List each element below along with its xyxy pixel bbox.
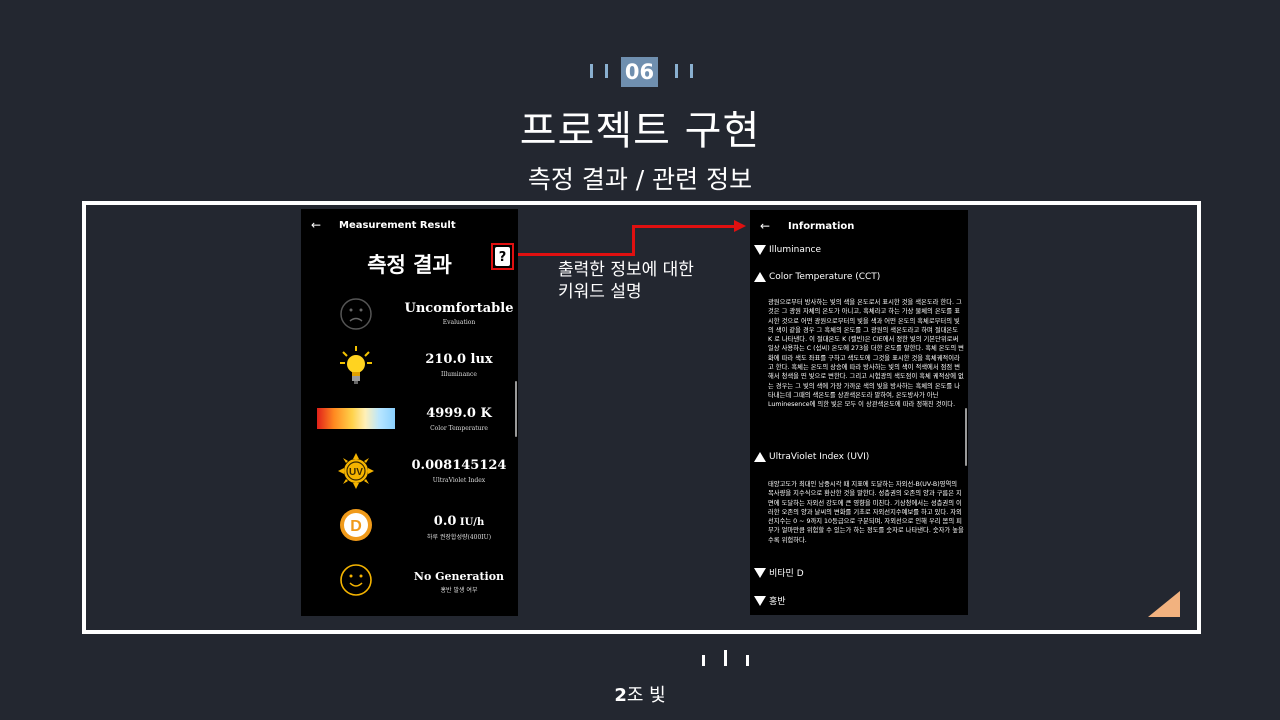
measurement-result-screen: ← Measurement Result 측정 결과 ? Uncomfortab…	[301, 209, 518, 616]
info-item-erythema[interactable]: 홍반	[754, 594, 786, 607]
scrollbar[interactable]	[965, 408, 967, 466]
svg-text:UV: UV	[349, 467, 363, 478]
sad-face-icon	[339, 297, 373, 335]
result-heading: 측정 결과	[367, 253, 452, 277]
info-item-uv-index[interactable]: UltraViolet Index (UVI)	[754, 452, 869, 462]
info-item-title: 비타민 D	[769, 569, 804, 579]
uv-index-label: UltraViolet Index	[432, 477, 486, 484]
info-item-title: Color Temperature (CCT)	[769, 272, 881, 282]
arrow-left-icon[interactable]: ←	[311, 218, 339, 232]
color-temperature-value: 4999.0 K	[426, 406, 492, 421]
erythema-label: 홍반 발생 여부	[440, 587, 478, 594]
vitamin-d-unit: IU/h	[459, 517, 485, 528]
arrow-right-icon	[734, 220, 746, 232]
color-gradient-bar	[317, 408, 395, 429]
vitamin-d-label: 하루 권장합성량(400IU)	[426, 534, 492, 541]
result-row-illuminance: 210.0 lux Illuminance	[301, 344, 518, 394]
information-screen: ← Information Illuminance Color Temperat…	[750, 210, 968, 615]
slide-subtitle: 측정 결과 / 관련 정보	[527, 165, 753, 194]
uv-index-value: 0.008145124	[411, 458, 507, 473]
connector-line	[632, 225, 635, 256]
appbar: ← Information	[750, 210, 968, 242]
svg-text:D: D	[350, 518, 362, 535]
vitamin-d-value: 0.0 IU/h	[433, 514, 485, 529]
erythema-value: No Generation	[413, 570, 505, 583]
result-row-color-temperature: 4999.0 K Color Temperature	[301, 401, 518, 451]
result-row-evaluation: Uncomfortable Evaluation	[301, 293, 518, 343]
arrow-left-icon[interactable]: ←	[760, 219, 788, 233]
info-item-body: 광원으로부터 방사하는 빛의 색을 온도로서 표시한 것을 색온도라 한다. 그…	[768, 299, 964, 409]
info-item-title: 홍반	[769, 597, 786, 607]
result-row-vitamin-d: D 0.0 IU/h 하루 권장합성량(400IU)	[301, 506, 518, 556]
appbar: ← Measurement Result	[301, 209, 518, 241]
collapse-arrow-icon	[754, 452, 766, 462]
expand-arrow-icon	[754, 595, 766, 606]
header-ticks-right	[675, 64, 693, 78]
collapse-arrow-icon	[754, 272, 766, 282]
header-ticks-left	[590, 64, 608, 78]
info-item-title: UltraViolet Index (UVI)	[769, 452, 870, 462]
footer-ticks	[702, 650, 749, 666]
lightbulb-icon	[339, 345, 373, 391]
evaluation-label: Evaluation	[442, 319, 476, 326]
result-row-erythema: No Generation 홍반 발생 여부	[301, 561, 518, 611]
evaluation-value: Uncomfortable	[404, 301, 514, 316]
expand-arrow-icon	[754, 245, 766, 255]
annotation-text: 출력한 정보에 대한 키워드 설명	[558, 260, 694, 302]
uv-sun-icon: UV	[338, 453, 374, 493]
scrollbar[interactable]	[515, 381, 517, 437]
expand-arrow-icon	[754, 567, 766, 578]
illuminance-value: 210.0 lux	[425, 352, 493, 367]
slide-title: 프로젝트 구현	[519, 108, 761, 154]
appbar-title: Information	[788, 220, 855, 232]
team-name: 2조 빛	[614, 685, 666, 706]
info-item-illuminance[interactable]: Illuminance	[754, 245, 821, 255]
corner-triangle-decoration	[1148, 591, 1180, 617]
result-row-uv-index: UV 0.008145124 UltraViolet Index	[301, 452, 518, 502]
color-temperature-label: Color Temperature	[430, 425, 488, 432]
section-number-badge: 06	[621, 57, 658, 87]
info-item-body: 태양고도가 최대인 남중시각 때 지표에 도달하는 자외선-B(UV-B)영역의…	[768, 481, 964, 544]
appbar-title: Measurement Result	[339, 219, 456, 231]
connector-line	[632, 225, 736, 228]
smile-face-icon	[339, 563, 373, 601]
info-item-title: Illuminance	[769, 245, 822, 255]
info-item-color-temperature[interactable]: Color Temperature (CCT)	[754, 272, 880, 282]
help-question-icon[interactable]: ?	[491, 243, 514, 270]
info-item-vitamin-d[interactable]: 비타민 D	[754, 566, 804, 579]
vitamin-d-icon: D	[339, 508, 373, 546]
illuminance-label: Illuminance	[441, 371, 477, 378]
connector-line	[518, 253, 635, 256]
